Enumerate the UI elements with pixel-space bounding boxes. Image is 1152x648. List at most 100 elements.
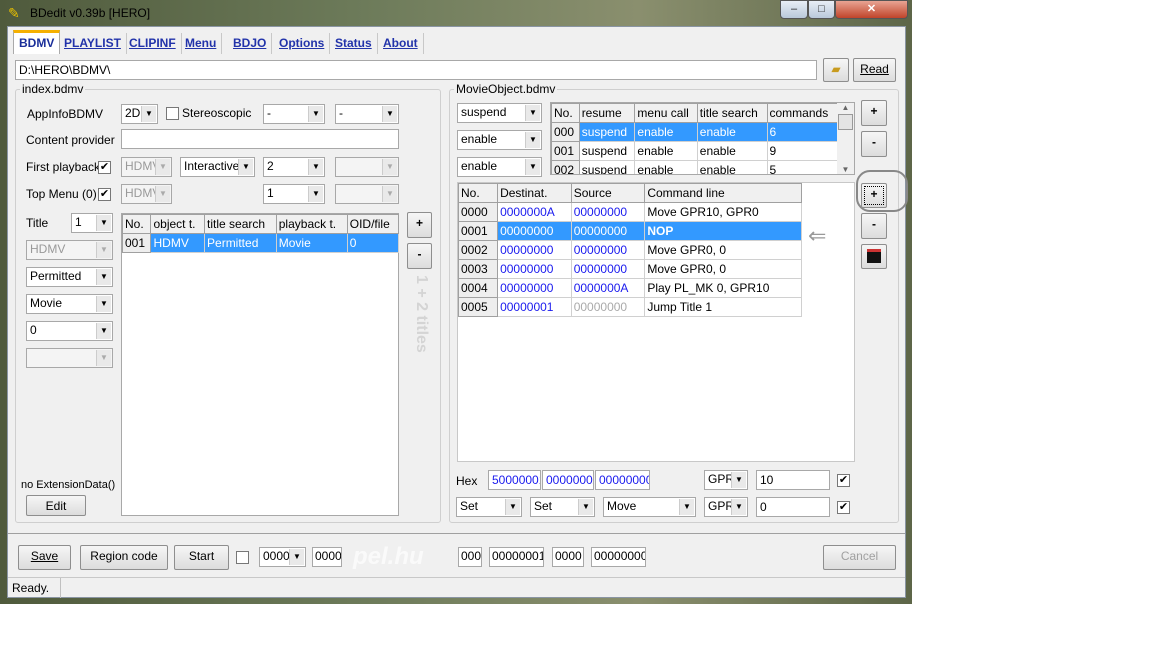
tab-playlist[interactable]: PLAYLIST: [59, 33, 127, 54]
title-type-select: HDMV ▼: [26, 240, 113, 260]
stereo-select-1[interactable]: - ▼: [263, 104, 325, 124]
remove-title-button[interactable]: -: [407, 243, 432, 269]
chevron-down-icon: ▼: [308, 159, 323, 175]
tab-clipinf[interactable]: CLIPINF: [124, 33, 182, 54]
oid-select[interactable]: 0 ▼: [26, 321, 113, 341]
remove-object-button[interactable]: -: [861, 131, 887, 157]
save-button[interactable]: Save: [18, 545, 71, 570]
edit-button[interactable]: Edit: [26, 495, 86, 516]
read-button[interactable]: Read: [853, 58, 896, 82]
op3-select[interactable]: Move ▼: [603, 497, 696, 517]
add-title-button[interactable]: +: [407, 212, 432, 238]
table-cell: 00000000: [570, 202, 646, 222]
top-menu-id-select[interactable]: 1 ▼: [263, 184, 325, 204]
table-row[interactable]: 0000 0000000A 00000000 Move GPR10, GPR0: [457, 202, 802, 222]
src-type-select[interactable]: GPR ▼: [704, 497, 748, 517]
first-playback-checkbox[interactable]: ✔: [98, 161, 111, 174]
path-input[interactable]: D:\HERO\BDMV\: [15, 60, 817, 80]
close-button[interactable]: ✕: [835, 0, 908, 19]
stereoscopic-checkbox[interactable]: [166, 107, 179, 120]
table-row[interactable]: 0001 00000000 00000000 NOP: [457, 221, 802, 241]
dst-checkbox[interactable]: ✔: [837, 474, 850, 487]
field-1[interactable]: 000: [458, 547, 482, 567]
scrollbar[interactable]: ▲ ▼: [837, 103, 854, 174]
tab-bdmv[interactable]: BDMV: [13, 30, 61, 54]
maximize-button[interactable]: □: [808, 0, 835, 19]
table-cell: 0004: [457, 278, 499, 298]
menu-call-select[interactable]: enable ▼: [457, 130, 542, 150]
folder-open-icon[interactable]: ▰: [823, 58, 849, 82]
table-row[interactable]: 002 suspend enable enable 5: [551, 160, 838, 174]
table-row[interactable]: 001 HDMV Permitted Movie 0: [121, 233, 400, 253]
hex-field-1[interactable]: 50000001: [488, 470, 541, 490]
title-search-select[interactable]: Permitted ▼: [26, 267, 113, 287]
table-row[interactable]: 0004 00000000 0000000A Play PL_MK 0, GPR10: [457, 278, 802, 298]
table-row[interactable]: 000 suspend enable enable 6: [551, 122, 838, 142]
app-icon: ✎: [8, 5, 20, 21]
remove-command-button[interactable]: -: [861, 213, 887, 239]
title-search-select[interactable]: enable ▼: [457, 157, 542, 177]
chevron-down-icon: ▼: [96, 323, 111, 339]
save-command-button[interactable]: [861, 244, 887, 269]
minimize-button[interactable]: –: [780, 0, 808, 19]
hex-field-2[interactable]: 0000000A: [542, 470, 594, 490]
content-provider-input[interactable]: [121, 129, 399, 149]
stereo-select-2[interactable]: - ▼: [335, 104, 399, 124]
table-cell: 00000000: [570, 297, 646, 317]
cancel-button[interactable]: Cancel: [823, 545, 896, 570]
tab-menu[interactable]: Menu: [180, 33, 223, 54]
table-cell: 0000000A: [570, 278, 646, 298]
tab-about[interactable]: About: [378, 33, 424, 54]
dst-value-input[interactable]: 10: [756, 470, 830, 490]
table-row[interactable]: 0003 00000000 00000000 Move GPR0, 0: [457, 259, 802, 279]
first-playback-label: First playback: [26, 160, 101, 174]
column-header: object t.: [150, 214, 206, 234]
title-select[interactable]: 1 ▼: [71, 213, 113, 233]
field-2[interactable]: 00000001: [489, 547, 544, 567]
table-row[interactable]: 0005 00000001 00000000 Jump Title 1: [457, 297, 802, 317]
field-4[interactable]: 00000000: [591, 547, 646, 567]
add-command-button[interactable]: +: [861, 183, 887, 208]
table-row[interactable]: 001 suspend enable enable 9: [551, 141, 838, 161]
content-provider-label: Content provider: [26, 133, 115, 147]
column-header: Source: [570, 183, 646, 203]
appinfo-select[interactable]: 2D ▼: [121, 104, 158, 124]
first-playback-mode-select[interactable]: Interactive ▼: [180, 157, 255, 177]
table-cell: suspend: [578, 122, 636, 142]
chevron-down-icon: ▼: [308, 186, 323, 202]
op1-select[interactable]: Set ▼: [456, 497, 522, 517]
start-button[interactable]: Start: [174, 545, 229, 570]
chevron-down-icon: ▼: [731, 472, 746, 488]
table-cell: Play PL_MK 0, GPR10: [644, 278, 802, 298]
scroll-up-icon[interactable]: ▲: [837, 103, 854, 112]
column-header: playback t.: [275, 214, 348, 234]
add-object-button[interactable]: +: [861, 100, 887, 126]
bottom-input[interactable]: 0000: [312, 547, 342, 567]
resume-select[interactable]: suspend ▼: [457, 103, 542, 123]
dst-type-select[interactable]: GPR ▼: [704, 470, 748, 490]
table-cell: 9: [766, 141, 838, 161]
top-menu-checkbox[interactable]: ✔: [98, 188, 111, 201]
bottom-select[interactable]: 0000 ▼: [259, 547, 306, 567]
tab-status[interactable]: Status: [330, 33, 378, 54]
column-header: commands: [766, 103, 838, 123]
field-3[interactable]: 0000: [552, 547, 584, 567]
title-search-value: Permitted: [30, 269, 82, 283]
scroll-thumb[interactable]: [838, 114, 853, 130]
first-playback-id-select[interactable]: 2 ▼: [263, 157, 325, 177]
hex-field-3[interactable]: 00000000: [595, 470, 650, 490]
op2-select[interactable]: Set ▼: [530, 497, 595, 517]
tab-options[interactable]: Options: [274, 33, 331, 54]
table-cell: enable: [634, 122, 698, 142]
bottom-checkbox[interactable]: [236, 551, 249, 564]
table-cell: 0001: [457, 221, 499, 241]
tab-bdjo[interactable]: BDJO: [228, 33, 273, 54]
region-code-button[interactable]: Region code: [80, 545, 168, 570]
scroll-down-icon[interactable]: ▼: [837, 165, 854, 174]
playback-type-select[interactable]: Movie ▼: [26, 294, 113, 314]
src-checkbox[interactable]: ✔: [837, 501, 850, 514]
table-row[interactable]: 0002 00000000 00000000 Move GPR0, 0: [457, 240, 802, 260]
table-cell: 0000: [457, 202, 499, 222]
table-cell: 00000000: [497, 259, 572, 279]
src-value-input[interactable]: 0: [756, 497, 830, 517]
